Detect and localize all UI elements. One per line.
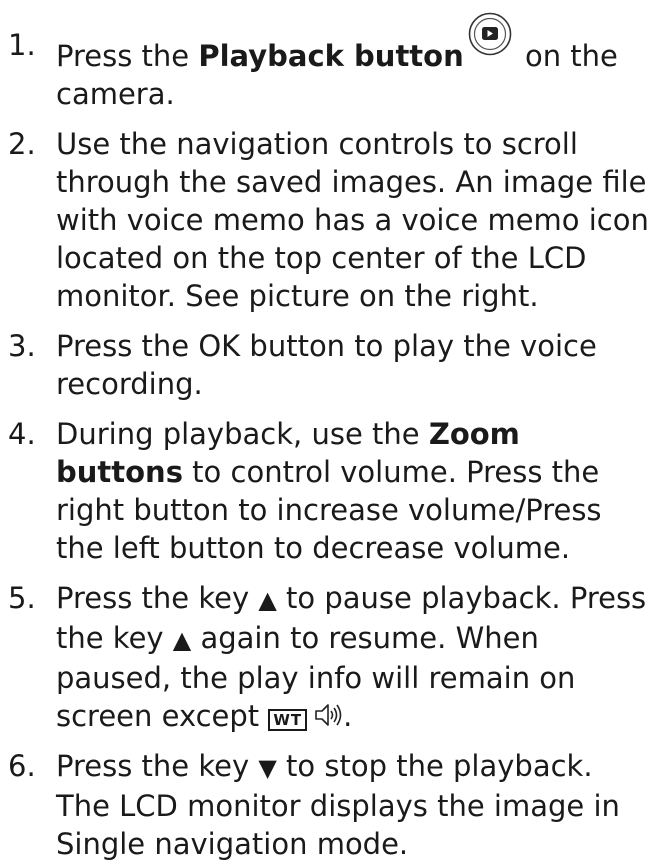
text-fragment: Press the key xyxy=(56,749,259,783)
step-text: Press the Playback button on the camera. xyxy=(56,12,618,111)
step-number: 4. xyxy=(8,417,36,451)
step-number: 2. xyxy=(8,127,36,161)
step-number: 3. xyxy=(8,329,36,363)
step-text: Press the key ▲ to pause playback. Press… xyxy=(56,581,646,733)
step-5: 5. Press the key ▲ to pause playback. Pr… xyxy=(0,579,665,735)
step-text: Use the navigation controls to scroll th… xyxy=(56,127,649,313)
playback-button-label: Playback button xyxy=(198,39,464,73)
manual-page: 1. Press the Playback button on the came… xyxy=(0,0,665,865)
step-number: 1. xyxy=(8,28,36,62)
text-fragment: During playback, use the xyxy=(56,417,429,451)
step-2: 2. Use the navigation controls to scroll… xyxy=(0,125,665,315)
text-fragment: Press the xyxy=(56,39,199,73)
down-arrow-key-icon: ▼ xyxy=(258,754,277,782)
text-fragment: . xyxy=(343,699,353,733)
wt-zoom-icon: WT xyxy=(268,709,308,731)
step-6: 6. Press the key ▼ to stop the playback.… xyxy=(0,747,665,863)
text-fragment: Press the key xyxy=(56,581,259,615)
step-text: Press the key ▼ to stop the playback. Th… xyxy=(56,749,620,861)
up-arrow-key-icon: ▲ xyxy=(258,586,277,614)
step-text: During playback, use the Zoom buttons to… xyxy=(56,417,602,565)
step-1: 1. Press the Playback button on the came… xyxy=(0,12,665,113)
step-text: Press the OK button to play the voice re… xyxy=(56,329,597,401)
step-number: 5. xyxy=(8,581,36,615)
speaker-volume-icon xyxy=(313,699,343,726)
step-3: 3. Press the OK button to play the voice… xyxy=(0,327,665,403)
step-number: 6. xyxy=(8,749,36,783)
playback-button-icon xyxy=(468,12,512,56)
instruction-list: 1. Press the Playback button on the came… xyxy=(0,12,665,863)
step-4: 4. During playback, use the Zoom buttons… xyxy=(0,415,665,567)
up-arrow-key-icon: ▲ xyxy=(172,626,192,654)
